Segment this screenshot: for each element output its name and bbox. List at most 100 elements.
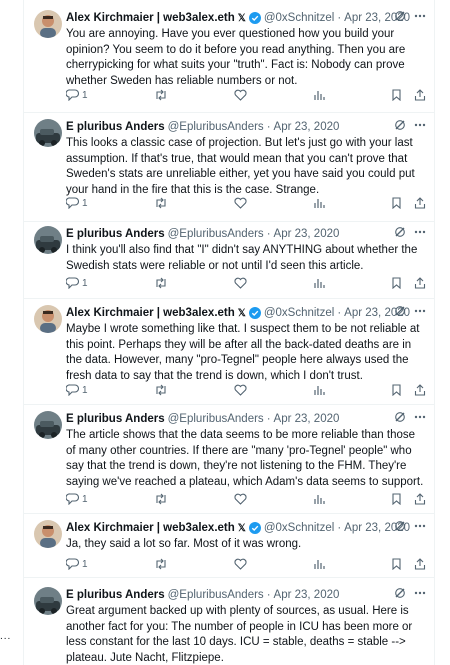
tweet[interactable]: E pluribus Anders @EpluribusAnders · Apr… — [24, 113, 434, 222]
author-handle[interactable]: @0xSchnitzel — [264, 522, 334, 534]
share-button[interactable] — [414, 384, 426, 396]
share-button[interactable] — [414, 493, 426, 505]
bookmark-button[interactable] — [391, 558, 402, 570]
bookmark-icon — [392, 384, 401, 396]
views-button[interactable] — [313, 277, 325, 289]
grok-icon[interactable] — [394, 119, 406, 131]
share-icon — [414, 558, 426, 570]
repost-button[interactable] — [154, 558, 168, 570]
grok-icon[interactable] — [394, 411, 406, 423]
more-options-icon[interactable] — [414, 309, 426, 313]
author-name[interactable]: E pluribus Anders — [66, 228, 165, 240]
share-button[interactable] — [414, 277, 426, 289]
views-icon — [314, 91, 325, 100]
more-options-icon[interactable] — [414, 230, 426, 234]
avatar[interactable] — [34, 305, 62, 333]
avatar[interactable] — [34, 226, 62, 254]
tweet-text: Maybe I wrote something like that. I sus… — [66, 323, 420, 382]
author-handle[interactable]: @EpluribusAnders — [168, 228, 264, 240]
bookmark-icon — [392, 558, 401, 570]
tweet-text: Ja, they said a lot so far. Most of it w… — [66, 538, 302, 550]
grok-icon[interactable] — [394, 587, 406, 599]
separator-dot: · — [266, 589, 271, 601]
grok-icon[interactable] — [394, 10, 406, 22]
reply-button[interactable]: 1 — [66, 89, 88, 101]
repost-button[interactable] — [154, 197, 168, 209]
author-name[interactable]: Alex Kirchmaier | web3alex.eth — [66, 12, 235, 24]
like-button[interactable] — [234, 558, 247, 570]
reply-button[interactable]: 1 — [66, 493, 88, 505]
tweet-text: You are annoying. Have you ever question… — [66, 28, 406, 87]
avatar[interactable] — [34, 411, 62, 439]
author-handle[interactable]: @0xSchnitzel — [264, 12, 334, 24]
views-button[interactable] — [313, 89, 325, 101]
author-name[interactable]: E pluribus Anders — [66, 589, 165, 601]
more-options-icon[interactable] — [414, 524, 426, 528]
more-options-icon[interactable] — [414, 123, 426, 127]
x-badge-icon: 𝕏 — [237, 307, 246, 319]
tweet-date[interactable]: Apr 23, 2020 — [274, 413, 340, 425]
repost-icon — [156, 493, 166, 505]
bookmark-button[interactable] — [391, 89, 402, 101]
avatar[interactable] — [34, 119, 62, 147]
author-name[interactable]: Alex Kirchmaier | web3alex.eth — [66, 522, 235, 534]
grok-icon[interactable] — [394, 226, 406, 238]
repost-button[interactable] — [154, 493, 168, 505]
author-handle[interactable]: @0xSchnitzel — [264, 307, 334, 319]
reply-button[interactable]: 1 — [66, 384, 88, 396]
more-options-icon[interactable] — [414, 591, 426, 595]
share-button[interactable] — [414, 89, 426, 101]
author-handle[interactable]: @EpluribusAnders — [168, 121, 264, 133]
repost-button[interactable] — [154, 277, 168, 289]
tweet[interactable]: E pluribus Anders @EpluribusAnders · Apr… — [24, 222, 434, 299]
x-badge-icon: 𝕏 — [237, 522, 246, 534]
tweet-actions-right — [391, 493, 426, 505]
like-button[interactable] — [234, 384, 247, 396]
tweet[interactable]: E pluribus Anders @EpluribusAnders · Apr… — [24, 578, 434, 665]
more-options-icon[interactable] — [414, 415, 426, 419]
author-name[interactable]: E pluribus Anders — [66, 121, 165, 133]
like-button[interactable] — [234, 89, 247, 101]
avatar[interactable] — [34, 520, 62, 548]
bookmark-button[interactable] — [391, 384, 402, 396]
repost-button[interactable] — [154, 89, 168, 101]
reply-button[interactable]: 1 — [66, 197, 88, 209]
tweet-header-actions — [394, 10, 426, 22]
reply-button[interactable]: 1 — [66, 558, 88, 570]
repost-button[interactable] — [154, 384, 168, 396]
more-options-icon[interactable] — [414, 14, 426, 18]
views-icon — [314, 386, 325, 395]
views-button[interactable] — [313, 384, 325, 396]
separator-dot: · — [337, 307, 342, 319]
tweet[interactable]: E pluribus Anders @EpluribusAnders · Apr… — [24, 405, 434, 514]
author-handle[interactable]: @EpluribusAnders — [168, 589, 264, 601]
tweet[interactable]: Alex Kirchmaier | web3alex.eth 𝕏 @0xSchn… — [24, 299, 434, 405]
like-button[interactable] — [234, 493, 247, 505]
author-name[interactable]: Alex Kirchmaier | web3alex.eth — [66, 307, 235, 319]
bookmark-button[interactable] — [391, 493, 402, 505]
heart-icon — [234, 277, 247, 289]
avatar[interactable] — [34, 587, 62, 615]
grok-icon[interactable] — [394, 305, 406, 317]
author-name[interactable]: E pluribus Anders — [66, 413, 165, 425]
like-button[interactable] — [234, 277, 247, 289]
views-button[interactable] — [313, 197, 325, 209]
views-button[interactable] — [313, 558, 325, 570]
bookmark-button[interactable] — [391, 277, 402, 289]
bookmark-button[interactable] — [391, 197, 402, 209]
grok-icon[interactable] — [394, 520, 406, 532]
tweet-date[interactable]: Apr 23, 2020 — [274, 121, 340, 133]
tweet[interactable]: Alex Kirchmaier | web3alex.eth 𝕏 @0xSchn… — [24, 514, 434, 578]
author-handle[interactable]: @EpluribusAnders — [168, 413, 264, 425]
share-button[interactable] — [414, 197, 426, 209]
avatar[interactable] — [34, 10, 62, 38]
views-button[interactable] — [313, 493, 325, 505]
tweet-actions: 1 — [66, 275, 426, 291]
tweet-date[interactable]: Apr 23, 2020 — [274, 228, 340, 240]
tweet-date[interactable]: Apr 23, 2020 — [274, 589, 340, 601]
reply-button[interactable]: 1 — [66, 277, 88, 289]
like-button[interactable] — [234, 197, 247, 209]
tweet[interactable]: Alex Kirchmaier | web3alex.eth 𝕏 @0xSchn… — [24, 0, 434, 113]
bookmark-icon — [392, 493, 401, 505]
share-button[interactable] — [414, 558, 426, 570]
